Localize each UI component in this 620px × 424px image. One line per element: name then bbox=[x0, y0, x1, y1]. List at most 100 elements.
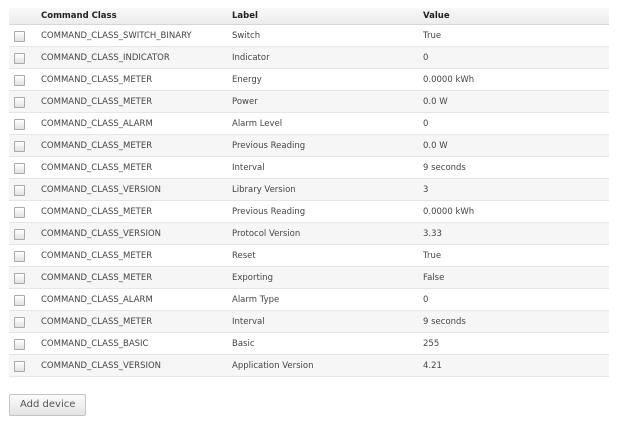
row-checkbox[interactable] bbox=[14, 361, 25, 372]
row-checkbox-cell bbox=[9, 266, 41, 289]
header-value: Value bbox=[423, 8, 609, 25]
command-class-cell: COMMAND_CLASS_METER bbox=[41, 266, 232, 289]
label-cell: Energy bbox=[232, 68, 423, 91]
table-row: COMMAND_CLASS_METER Previous Reading 0.0 W bbox=[9, 134, 609, 157]
row-checkbox-cell bbox=[9, 222, 41, 245]
table-row: COMMAND_CLASS_VERSION Application Version… bbox=[9, 354, 609, 377]
label-cell: Alarm Level bbox=[232, 112, 423, 135]
row-checkbox-cell bbox=[9, 310, 41, 333]
label-cell: Library Version bbox=[232, 178, 423, 201]
value-cell: 0.0000 kWh bbox=[423, 200, 609, 223]
command-class-cell: COMMAND_CLASS_VERSION bbox=[41, 222, 232, 245]
table-header-row: Command Class Label Value bbox=[9, 8, 609, 25]
table-row: COMMAND_CLASS_METER Reset True bbox=[9, 244, 609, 267]
row-checkbox-cell bbox=[9, 244, 41, 267]
value-cell: 255 bbox=[423, 332, 609, 355]
row-checkbox[interactable] bbox=[14, 97, 25, 108]
table-row: COMMAND_CLASS_INDICATOR Indicator 0 bbox=[9, 46, 609, 69]
table-row: COMMAND_CLASS_METER Interval 9 seconds bbox=[9, 310, 609, 333]
table-row: COMMAND_CLASS_VERSION Library Version 3 bbox=[9, 178, 609, 201]
row-checkbox[interactable] bbox=[14, 53, 25, 64]
label-cell: Indicator bbox=[232, 46, 423, 69]
label-cell: Protocol Version bbox=[232, 222, 423, 245]
row-checkbox[interactable] bbox=[14, 207, 25, 218]
row-checkbox-cell bbox=[9, 24, 41, 47]
row-checkbox[interactable] bbox=[14, 185, 25, 196]
value-cell: 9 seconds bbox=[423, 310, 609, 333]
command-class-cell: COMMAND_CLASS_ALARM bbox=[41, 112, 232, 135]
row-checkbox-cell bbox=[9, 90, 41, 113]
command-class-cell: COMMAND_CLASS_SWITCH_BINARY bbox=[41, 24, 232, 47]
row-checkbox-cell bbox=[9, 354, 41, 377]
row-checkbox-cell bbox=[9, 332, 41, 355]
row-checkbox-cell bbox=[9, 112, 41, 135]
label-cell: Application Version bbox=[232, 354, 423, 377]
table-body: COMMAND_CLASS_SWITCH_BINARY Switch True COM… bbox=[9, 24, 609, 377]
label-cell: Basic bbox=[232, 332, 423, 355]
table-row: COMMAND_CLASS_METER Exporting False bbox=[9, 266, 609, 289]
header-label: Label bbox=[232, 8, 423, 25]
row-checkbox-cell bbox=[9, 200, 41, 223]
row-checkbox[interactable] bbox=[14, 317, 25, 328]
command-class-cell: COMMAND_CLASS_VERSION bbox=[41, 178, 232, 201]
row-checkbox[interactable] bbox=[14, 119, 25, 130]
row-checkbox[interactable] bbox=[14, 273, 25, 284]
command-class-cell: COMMAND_CLASS_METER bbox=[41, 68, 232, 91]
device-values-table: Command Class Label Value COMMAND_CLASS_… bbox=[9, 8, 609, 377]
table-row: COMMAND_CLASS_BASIC Basic 255 bbox=[9, 332, 609, 355]
label-cell: Power bbox=[232, 90, 423, 113]
row-checkbox[interactable] bbox=[14, 229, 25, 240]
row-checkbox[interactable] bbox=[14, 251, 25, 262]
value-cell: 0 bbox=[423, 288, 609, 311]
row-checkbox[interactable] bbox=[14, 31, 25, 42]
value-cell: False bbox=[423, 266, 609, 289]
label-cell: Previous Reading bbox=[232, 200, 423, 223]
header-command-class: Command Class bbox=[41, 8, 232, 25]
table-row: COMMAND_CLASS_ALARM Alarm Level 0 bbox=[9, 112, 609, 135]
command-class-cell: COMMAND_CLASS_VERSION bbox=[41, 354, 232, 377]
label-cell: Switch bbox=[232, 24, 423, 47]
label-cell: Interval bbox=[232, 156, 423, 179]
command-class-cell: COMMAND_CLASS_METER bbox=[41, 200, 232, 223]
value-cell: 0.0000 kWh bbox=[423, 68, 609, 91]
command-class-cell: COMMAND_CLASS_METER bbox=[41, 244, 232, 267]
command-class-cell: COMMAND_CLASS_BASIC bbox=[41, 332, 232, 355]
table-row: COMMAND_CLASS_METER Interval 9 seconds bbox=[9, 156, 609, 179]
header-checkbox-column bbox=[9, 8, 41, 25]
command-class-cell: COMMAND_CLASS_INDICATOR bbox=[41, 46, 232, 69]
label-cell: Alarm Type bbox=[232, 288, 423, 311]
label-cell: Exporting bbox=[232, 266, 423, 289]
row-checkbox-cell bbox=[9, 46, 41, 69]
value-cell: 3 bbox=[423, 178, 609, 201]
label-cell: Interval bbox=[232, 310, 423, 333]
row-checkbox[interactable] bbox=[14, 163, 25, 174]
value-cell: 0 bbox=[423, 112, 609, 135]
value-cell: 4.21 bbox=[423, 354, 609, 377]
row-checkbox-cell bbox=[9, 288, 41, 311]
command-class-cell: COMMAND_CLASS_METER bbox=[41, 134, 232, 157]
table-row: COMMAND_CLASS_SWITCH_BINARY Switch True bbox=[9, 24, 609, 47]
device-values-table-container: Command Class Label Value COMMAND_CLASS_… bbox=[9, 8, 609, 377]
command-class-cell: COMMAND_CLASS_METER bbox=[41, 310, 232, 333]
value-cell: True bbox=[423, 244, 609, 267]
value-cell: 0 bbox=[423, 46, 609, 69]
label-cell: Reset bbox=[232, 244, 423, 267]
table-row: COMMAND_CLASS_METER Previous Reading 0.000… bbox=[9, 200, 609, 223]
row-checkbox-cell bbox=[9, 134, 41, 157]
label-cell: Previous Reading bbox=[232, 134, 423, 157]
row-checkbox-cell bbox=[9, 178, 41, 201]
table-row: COMMAND_CLASS_ALARM Alarm Type 0 bbox=[9, 288, 609, 311]
table-row: COMMAND_CLASS_VERSION Protocol Version 3.3… bbox=[9, 222, 609, 245]
row-checkbox[interactable] bbox=[14, 75, 25, 86]
value-cell: True bbox=[423, 24, 609, 47]
row-checkbox[interactable] bbox=[14, 141, 25, 152]
row-checkbox[interactable] bbox=[14, 295, 25, 306]
table-row: COMMAND_CLASS_METER Power 0.0 W bbox=[9, 90, 609, 113]
table-row: COMMAND_CLASS_METER Energy 0.0000 kWh bbox=[9, 68, 609, 91]
value-cell: 0.0 W bbox=[423, 134, 609, 157]
add-device-button[interactable]: Add device bbox=[9, 394, 87, 416]
command-class-cell: COMMAND_CLASS_METER bbox=[41, 90, 232, 113]
value-cell: 0.0 W bbox=[423, 90, 609, 113]
command-class-cell: COMMAND_CLASS_ALARM bbox=[41, 288, 232, 311]
row-checkbox[interactable] bbox=[14, 339, 25, 350]
